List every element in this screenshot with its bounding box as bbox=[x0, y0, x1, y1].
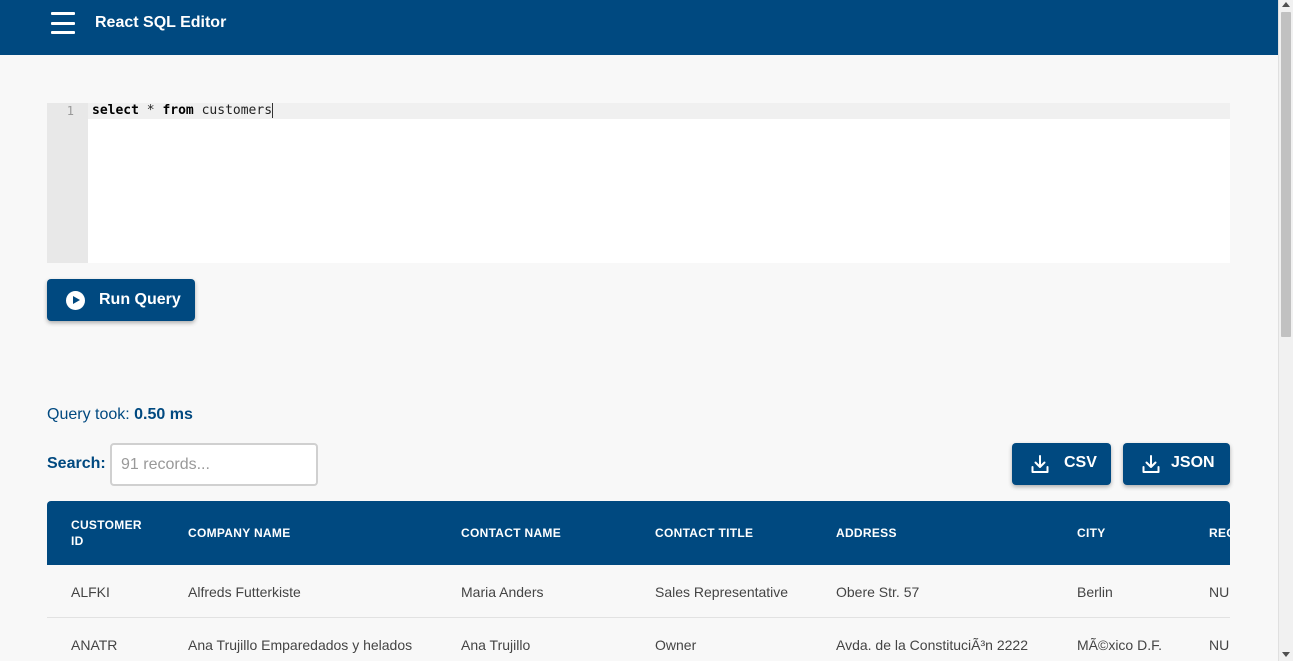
column-header-address[interactable]: ADDRESS bbox=[836, 525, 897, 541]
search-input[interactable] bbox=[110, 443, 318, 486]
text-cursor bbox=[272, 103, 274, 118]
cell-region: NULL bbox=[1209, 584, 1230, 600]
code-star: * bbox=[138, 103, 163, 118]
keyword-select: select bbox=[92, 103, 139, 118]
scrollbar-thumb[interactable] bbox=[1281, 12, 1291, 337]
cell-city: MÃ©xico D.F. bbox=[1077, 637, 1162, 653]
editor-gutter: 1 bbox=[47, 103, 88, 263]
sql-editor[interactable]: 1 select * from customers bbox=[47, 103, 1230, 263]
table-header: CUSTOMER ID COMPANY NAME CONTACT NAME CO… bbox=[47, 501, 1230, 565]
query-time-value: 0.50 ms bbox=[134, 406, 193, 423]
cell-region: NULL bbox=[1209, 637, 1230, 653]
column-header-company-name[interactable]: COMPANY NAME bbox=[188, 525, 291, 541]
query-time-label: Query took: bbox=[47, 406, 135, 423]
download-icon bbox=[1031, 455, 1049, 473]
cell-contact-name: Ana Trujillo bbox=[461, 637, 531, 653]
app-bar: React SQL Editor bbox=[0, 0, 1278, 55]
column-header-region[interactable]: REGION bbox=[1209, 525, 1230, 541]
scroll-down-arrow-icon[interactable] bbox=[1282, 652, 1290, 657]
cell-contact-title: Owner bbox=[655, 637, 697, 653]
cell-city: Berlin bbox=[1077, 584, 1113, 600]
download-csv-button[interactable]: CSV bbox=[1012, 443, 1111, 485]
results-table: CUSTOMER ID COMPANY NAME CONTACT NAME CO… bbox=[47, 501, 1230, 661]
line-number: 1 bbox=[66, 104, 74, 118]
play-circle-icon bbox=[66, 291, 85, 310]
code-line[interactable]: select * from customers bbox=[92, 103, 274, 119]
table-row[interactable]: ALFKI Alfreds Futterkiste Maria Anders S… bbox=[47, 565, 1230, 618]
run-query-button[interactable]: Run Query bbox=[47, 279, 195, 321]
download-json-button[interactable]: JSON bbox=[1123, 443, 1230, 485]
query-time: Query took: 0.50 ms bbox=[47, 406, 193, 424]
cell-contact-name: Maria Anders bbox=[461, 584, 544, 600]
code-table-name: customers bbox=[193, 103, 273, 118]
cell-address: Obere Str. 57 bbox=[836, 584, 920, 600]
column-header-contact-name[interactable]: CONTACT NAME bbox=[461, 525, 561, 541]
search-label: Search: bbox=[47, 455, 106, 472]
page-scrollbar[interactable] bbox=[1278, 0, 1293, 661]
app-title: React SQL Editor bbox=[95, 14, 227, 31]
run-query-label: Run Query bbox=[99, 291, 181, 308]
cell-contact-title: Sales Representative bbox=[655, 584, 789, 600]
menu-icon[interactable] bbox=[51, 12, 75, 34]
column-header-contact-title[interactable]: CONTACT TITLE bbox=[655, 525, 753, 541]
cell-customer-id: ANATR bbox=[71, 637, 118, 653]
cell-address: Avda. de la ConstituciÃ³n 2222 bbox=[836, 637, 1028, 653]
keyword-from: from bbox=[162, 103, 194, 118]
cell-company-name: Alfreds Futterkiste bbox=[188, 584, 301, 600]
csv-label: CSV bbox=[1064, 454, 1097, 471]
cell-customer-id: ALFKI bbox=[71, 584, 110, 600]
json-label: JSON bbox=[1171, 454, 1215, 471]
table-row[interactable]: ANATR Ana Trujillo Emparedados y helados… bbox=[47, 618, 1230, 661]
scroll-up-arrow-icon[interactable] bbox=[1282, 2, 1290, 7]
cell-company-name: Ana Trujillo Emparedados y helados bbox=[188, 637, 413, 653]
column-header-city[interactable]: CITY bbox=[1077, 525, 1106, 541]
column-header-customer-id[interactable]: CUSTOMER ID bbox=[71, 517, 151, 549]
download-icon bbox=[1142, 455, 1160, 473]
